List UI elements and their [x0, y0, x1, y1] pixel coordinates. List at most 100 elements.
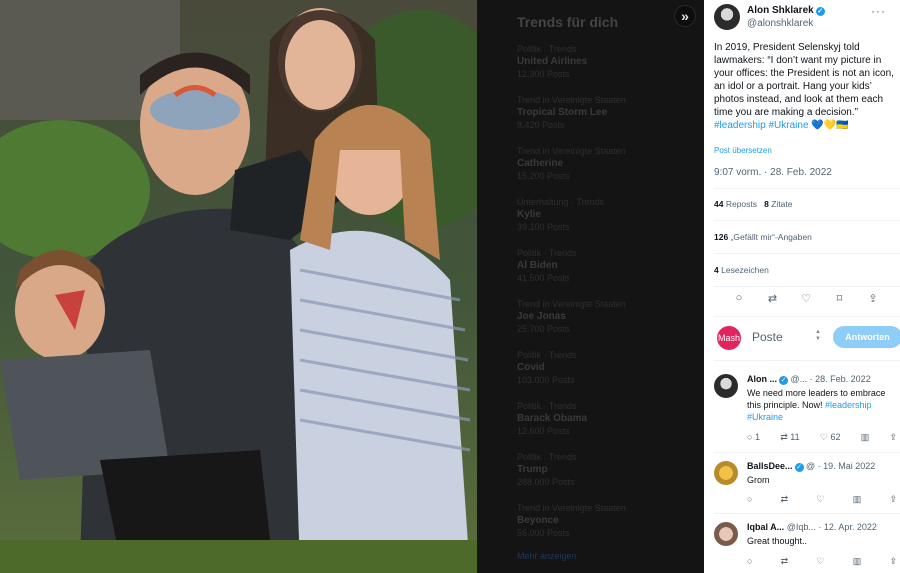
- show-more-link[interactable]: Mehr anzeigen: [517, 551, 577, 561]
- trend-item[interactable]: Politik · Trends Barack Obama 12.600 Posts: [517, 401, 677, 452]
- reply-header: Iqbal A... @Iqb... · 12. Apr. 2022: [747, 522, 877, 532]
- reply-meta: @ · 19. Mai 2022: [806, 461, 876, 471]
- trend-name: Beyonce: [517, 515, 559, 526]
- divider: [714, 188, 900, 189]
- reply-actions: ○ ⇄ ♡ ▥ ⇪: [747, 556, 897, 567]
- reply-author-name[interactable]: BallsDee...: [747, 461, 793, 471]
- like-icon[interactable]: ♡: [816, 556, 824, 567]
- trend-context: Trend in Vereinigte Staaten: [517, 503, 626, 513]
- bookmarks-stat[interactable]: 4 Lesezeichen: [714, 265, 769, 275]
- trend-item[interactable]: Politik · Trends Al Biden 41.500 Posts: [517, 248, 677, 299]
- reposts-quotes-stat[interactable]: 44 Reposts 8 Zitate: [714, 199, 793, 209]
- trend-context: Trend in Vereinigte Staaten: [517, 146, 626, 156]
- reply-item[interactable]: Iqbal A... @Iqb... · 12. Apr. 2022 Great…: [714, 522, 900, 572]
- trend-context: Politik · Trends: [517, 44, 577, 54]
- like-icon[interactable]: ♡ 62: [820, 432, 841, 443]
- trend-count: 12.600 Posts: [517, 426, 570, 436]
- reply-actions: ○ 1 ⇄ 11 ♡ 62 ▥ ⇪: [747, 432, 897, 443]
- divider: [714, 253, 900, 254]
- tweet-actions: ○ ⇄ ♡ ⌑ ⇪: [714, 292, 894, 305]
- tweet-timestamp[interactable]: 9:07 vorm. · 28. Feb. 2022: [714, 167, 832, 178]
- reply-avatar[interactable]: [714, 461, 738, 485]
- author-name[interactable]: Alon Shklarek ✓: [747, 5, 825, 16]
- author-handle[interactable]: @alonshklarek: [747, 18, 813, 29]
- author-avatar[interactable]: [714, 4, 740, 30]
- share-icon[interactable]: ⇪: [889, 432, 897, 443]
- stats-icon[interactable]: ▥: [853, 494, 862, 505]
- more-dots-icon[interactable]: ···: [871, 4, 886, 18]
- repost-icon[interactable]: ⇄: [781, 556, 789, 567]
- trend-context: Trend in Vereinigte Staaten: [517, 95, 626, 105]
- reply-author-name[interactable]: Iqbal A...: [747, 522, 784, 532]
- tweet-emojis: 💙💛🇺🇦: [811, 120, 849, 131]
- share-icon[interactable]: ⇪: [889, 556, 897, 567]
- reply-icon[interactable]: ○ 1: [747, 432, 760, 443]
- reply-author-name[interactable]: Alon ...: [747, 374, 777, 384]
- trend-item[interactable]: Unterhaltung · Trends Kylie 39.100 Posts: [517, 197, 677, 248]
- reply-header: BallsDee... ✓ @ · 19. Mai 2022: [747, 461, 875, 472]
- divider: [714, 220, 900, 221]
- trend-count: 288.000 Posts: [517, 477, 575, 487]
- likes-stat[interactable]: 126 „Gefällt mir“-Angaben: [714, 232, 812, 242]
- scroll-stepper-icon[interactable]: ▲ ▼: [814, 329, 822, 343]
- trend-item[interactable]: Trend in Vereinigte Staaten Joe Jonas 25.7…: [517, 299, 677, 350]
- verified-badge-icon: ✓: [779, 376, 788, 385]
- divider: [714, 452, 900, 453]
- trend-item[interactable]: Politik · Trends United Airlines 12.300 Po…: [517, 44, 677, 95]
- reply-avatar[interactable]: [714, 522, 738, 546]
- trend-item[interactable]: Trend in Vereinigte Staaten Beyonce 56.000…: [517, 503, 677, 554]
- trend-item[interactable]: Politik · Trends Covid 103.000 Posts: [517, 350, 677, 401]
- reply-text: We need more leaders to embrace this pri…: [747, 388, 886, 422]
- trend-name: Joe Jonas: [517, 311, 566, 322]
- divider: [714, 286, 900, 287]
- reply-header: Alon ... ✓ @... · 28. Feb. 2022: [747, 374, 871, 385]
- trend-context: Unterhaltung · Trends: [517, 197, 605, 207]
- repost-icon[interactable]: ⇄ 11: [780, 432, 799, 443]
- trend-name: Kylie: [517, 209, 541, 220]
- background-overlay[interactable]: » Trends für dich Politik · Trends United…: [477, 0, 704, 573]
- repost-icon[interactable]: ⇄: [781, 494, 789, 505]
- reply-icon[interactable]: ○: [747, 494, 752, 505]
- stats-icon[interactable]: ▥: [853, 556, 862, 567]
- trend-count: 39.100 Posts: [517, 222, 570, 232]
- tweet-photo[interactable]: [0, 0, 477, 573]
- divider: [714, 360, 900, 361]
- repost-icon[interactable]: ⇄: [766, 292, 780, 305]
- trend-count: 41.500 Posts: [517, 273, 570, 283]
- trend-name: United Airlines: [517, 56, 588, 67]
- like-icon[interactable]: ♡: [799, 292, 813, 305]
- share-icon[interactable]: ⇪: [866, 292, 880, 305]
- user-avatar[interactable]: Mash: [717, 326, 741, 350]
- reply-text: Grom: [747, 475, 770, 485]
- bookmark-icon[interactable]: ⌑: [833, 292, 847, 305]
- trend-item[interactable]: Trend in Vereinigte Staaten Catherine 15.2…: [517, 146, 677, 197]
- reply-button[interactable]: Antworten: [833, 326, 900, 348]
- trends-title: Trends für dich: [517, 14, 619, 30]
- reply-item[interactable]: Alon ... ✓ @... · 28. Feb. 2022 We need m…: [714, 374, 900, 454]
- like-icon[interactable]: ♡: [816, 494, 824, 505]
- trend-name: Trump: [517, 464, 548, 475]
- family-photo-image: [0, 0, 477, 573]
- reply-input[interactable]: Poste: [752, 330, 783, 344]
- trend-item[interactable]: Politik · Trends Trump 288.000 Posts: [517, 452, 677, 503]
- verified-badge-icon: ✓: [794, 463, 804, 472]
- tweet-text: In 2019, President Selenskyj told lawmak…: [714, 41, 900, 132]
- divider: [714, 513, 900, 514]
- trend-name: Covid: [517, 362, 545, 373]
- reply-icon[interactable]: ○: [747, 556, 752, 567]
- reply-icon[interactable]: ○: [732, 292, 746, 305]
- translate-link[interactable]: Post übersetzen: [714, 146, 772, 155]
- tweet-media-viewer: » Trends für dich Politik · Trends United…: [0, 0, 900, 573]
- reply-meta: @Iqb... · 12. Apr. 2022: [786, 522, 877, 532]
- reply-avatar[interactable]: [714, 374, 738, 398]
- verified-badge-icon: ✓: [815, 7, 825, 16]
- tweet-hashtags[interactable]: #leadership #Ukraine: [714, 120, 809, 131]
- stats-icon[interactable]: ▥: [861, 432, 870, 443]
- trend-item[interactable]: Trend in Vereinigte Staaten Tropical Stor…: [517, 95, 677, 146]
- share-icon[interactable]: ⇪: [889, 494, 897, 505]
- reply-item[interactable]: BallsDee... ✓ @ · 19. Mai 2022 Grom ○ ⇄ ♡…: [714, 461, 900, 511]
- expand-icon[interactable]: »: [674, 5, 696, 27]
- tweet-header: Alon Shklarek ✓ @alonshklarek ···: [714, 4, 900, 34]
- reply-composer: Mash Poste ▲ ▼ Antworten: [714, 324, 900, 350]
- reply-actions: ○ ⇄ ♡ ▥ ⇪: [747, 494, 897, 505]
